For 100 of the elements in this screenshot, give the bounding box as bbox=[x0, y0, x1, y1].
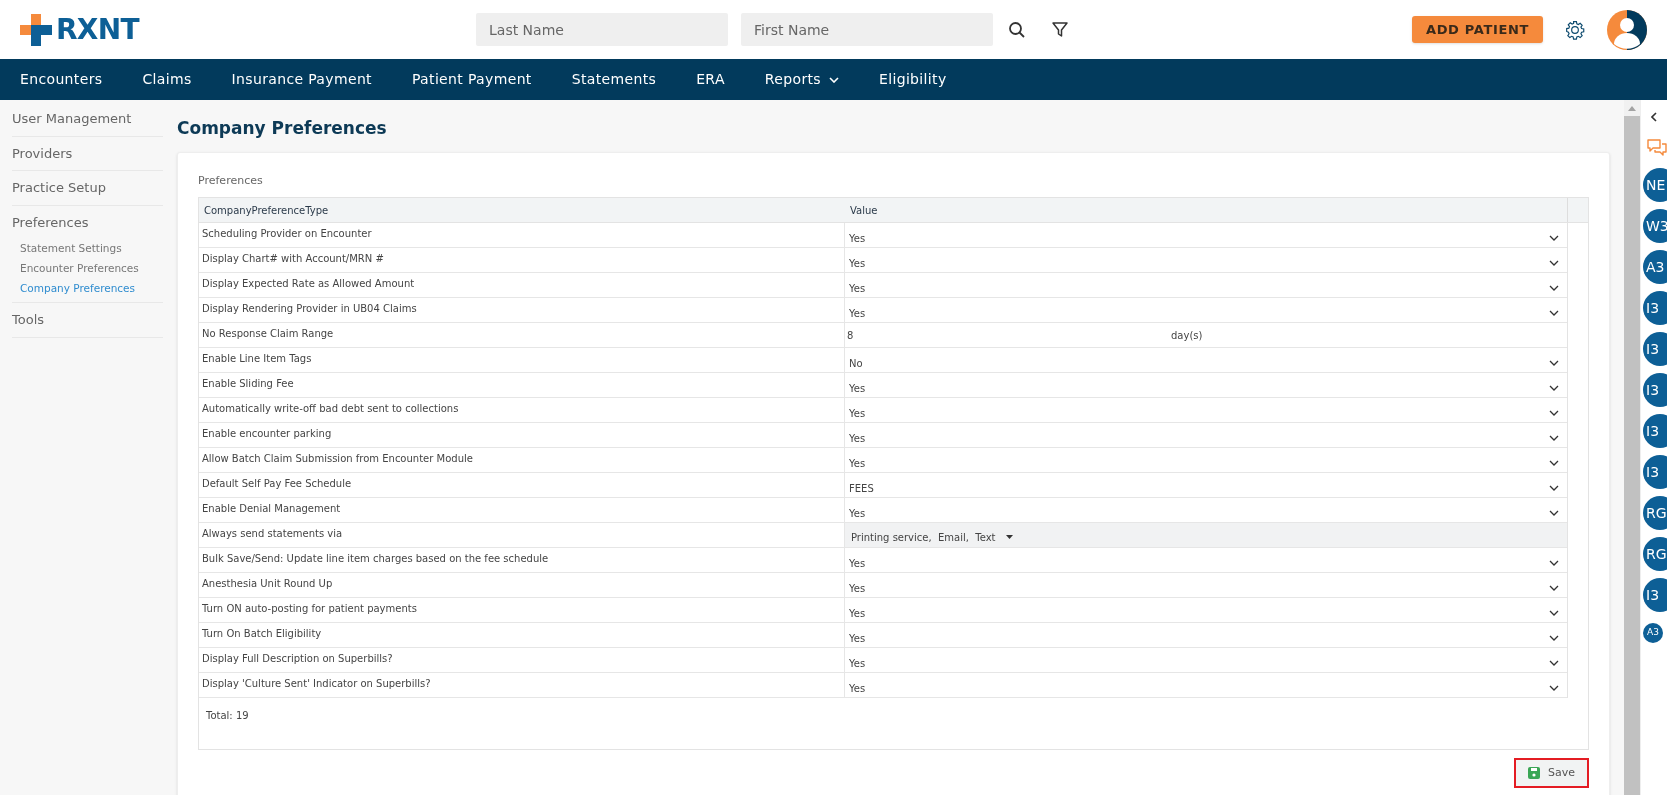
chevron-down-icon bbox=[1549, 610, 1559, 616]
nav-link[interactable]: Encounters bbox=[20, 69, 103, 90]
sidebar-subitem[interactable]: Encounter Preferences bbox=[20, 258, 163, 279]
nav-link[interactable]: Patient Payment bbox=[411, 69, 532, 90]
select-field[interactable]: FEES bbox=[845, 473, 1567, 497]
user-avatar[interactable]: I3 bbox=[1643, 414, 1667, 448]
nav-link[interactable]: ERA bbox=[696, 69, 725, 90]
table-cell: No Response Claim Range bbox=[199, 323, 845, 347]
user-avatar[interactable]: RG bbox=[1643, 537, 1667, 571]
table-cell: Display 'Culture Sent' Indicator on Superbills? bbox=[199, 673, 845, 697]
user-avatar[interactable]: NE bbox=[1643, 168, 1667, 202]
select-field[interactable]: Yes bbox=[845, 223, 1567, 247]
section-label: Preferences bbox=[198, 172, 263, 189]
select-field[interactable]: Yes bbox=[845, 273, 1567, 297]
table-cell: Allow Batch Claim Submission from Encounter Module bbox=[199, 448, 845, 472]
table-cell: Display Expected Rate as Allowed Amount bbox=[199, 273, 845, 297]
save-button[interactable]: Save bbox=[1514, 758, 1589, 788]
table-cell: Display Rendering Provider in UB04 Claims bbox=[199, 298, 845, 322]
nav-link[interactable]: Claims bbox=[142, 69, 192, 90]
sidebar-item[interactable]: Preferences bbox=[12, 205, 163, 239]
sidebar-item[interactable]: Practice Setup bbox=[12, 171, 163, 206]
table-cell: Enable Denial Management bbox=[199, 498, 845, 522]
caret-down-icon bbox=[1005, 535, 1013, 539]
save-icon bbox=[1528, 767, 1540, 779]
chevron-down-icon bbox=[1549, 585, 1559, 591]
select-field[interactable]: Yes bbox=[845, 448, 1567, 472]
table-cell: Turn On Batch Eligibility bbox=[199, 623, 845, 647]
search-field[interactable]: Last Name bbox=[476, 13, 728, 46]
sidebar-item[interactable]: Tools bbox=[12, 303, 163, 338]
user-avatar[interactable]: A3 bbox=[1643, 250, 1667, 284]
table-cell: Default Self Pay Fee Schedule bbox=[199, 473, 845, 497]
chevron-down-icon bbox=[1549, 510, 1559, 516]
chevron-down-icon bbox=[1549, 635, 1559, 641]
select-field[interactable]: Yes bbox=[845, 423, 1567, 447]
nav-menu[interactable]: Reports bbox=[764, 69, 839, 90]
search-icon[interactable] bbox=[1008, 20, 1026, 39]
table-cell: Enable encounter parking bbox=[199, 423, 845, 447]
total-count: Total: 19 bbox=[205, 709, 249, 723]
select-field[interactable]: No bbox=[845, 348, 1567, 372]
unit-label: day(s) bbox=[1170, 328, 1203, 343]
avatar-icon[interactable] bbox=[1607, 9, 1647, 50]
user-avatar[interactable]: A3 bbox=[1643, 623, 1663, 643]
settings-icon[interactable] bbox=[1565, 19, 1585, 40]
filter-icon[interactable] bbox=[1051, 20, 1069, 39]
table-cell: Display Full Description on Superbills? bbox=[199, 648, 845, 672]
table-cell: Automatically write-off bad debt sent to collections bbox=[199, 398, 845, 422]
user-avatar[interactable]: I3 bbox=[1643, 578, 1667, 612]
chevron-down-icon bbox=[1549, 285, 1559, 291]
nav-link[interactable]: Insurance Payment bbox=[231, 69, 372, 90]
table-cell: Anesthesia Unit Round Up bbox=[199, 573, 845, 597]
select-field[interactable]: Yes bbox=[845, 598, 1567, 622]
select-field[interactable]: Yes bbox=[845, 248, 1567, 272]
number-field[interactable]: 8 bbox=[845, 323, 1169, 347]
user-avatar[interactable]: W3 bbox=[1643, 209, 1667, 243]
select-field[interactable]: Yes bbox=[845, 673, 1567, 697]
chevron-down-icon bbox=[1549, 660, 1559, 666]
select-field[interactable]: Yes bbox=[845, 648, 1567, 672]
user-avatar[interactable]: I3 bbox=[1643, 373, 1667, 407]
sidebar-subitem[interactable]: Company Preferences bbox=[20, 278, 163, 299]
table-cell: Bulk Save/Send: Update line item charges based on the fee schedule bbox=[199, 548, 845, 572]
table-cell: Enable Line Item Tags bbox=[199, 348, 845, 372]
nav-link[interactable]: Statements bbox=[571, 69, 657, 90]
select-field[interactable]: Yes bbox=[845, 623, 1567, 647]
chevron-down-icon bbox=[1549, 485, 1559, 491]
sidebar-item[interactable]: User Management bbox=[12, 102, 163, 137]
add-patient-button[interactable]: ADD PATIENT bbox=[1411, 16, 1543, 43]
nav-link[interactable]: Eligibility bbox=[878, 69, 947, 90]
chevron-down-icon bbox=[1549, 360, 1559, 366]
select-field[interactable]: Yes bbox=[845, 373, 1567, 397]
page-title: Company Preferences bbox=[177, 117, 387, 140]
table-cell: Turn ON auto-posting for patient payments bbox=[199, 598, 845, 622]
select-field[interactable]: Yes bbox=[845, 298, 1567, 322]
sidebar-subitem[interactable]: Statement Settings bbox=[20, 239, 163, 259]
chevron-down-icon bbox=[1549, 385, 1559, 391]
user-avatar[interactable]: I3 bbox=[1643, 291, 1667, 325]
chevron-down-icon bbox=[1549, 310, 1559, 316]
column-header: Value bbox=[845, 198, 1568, 222]
chevron-down-icon bbox=[1549, 685, 1559, 691]
user-avatar[interactable]: I3 bbox=[1643, 332, 1667, 366]
chevron-down-icon bbox=[1549, 235, 1559, 241]
table-cell: Display Chart# with Account/MRN # bbox=[199, 248, 845, 272]
logo-icon bbox=[20, 13, 52, 46]
chevron-down-icon bbox=[1549, 435, 1559, 441]
table-cell: Scheduling Provider on Encounter bbox=[199, 223, 845, 247]
chevron-down-icon bbox=[828, 76, 839, 83]
select-field[interactable]: Yes bbox=[845, 573, 1567, 597]
select-field[interactable]: Yes bbox=[845, 498, 1567, 522]
select-field[interactable]: Yes bbox=[845, 548, 1567, 572]
chevron-down-icon bbox=[1549, 560, 1559, 566]
user-avatar[interactable]: RG bbox=[1643, 496, 1667, 530]
chevron-down-icon bbox=[1549, 260, 1559, 266]
user-avatar[interactable]: I3 bbox=[1643, 455, 1667, 489]
search-field[interactable]: First Name bbox=[741, 13, 993, 46]
multiselect-field[interactable]: Printing service, Email, Text bbox=[845, 523, 1567, 547]
chevron-down-icon bbox=[1549, 410, 1559, 416]
collapse-icon[interactable] bbox=[1651, 112, 1657, 122]
select-field[interactable]: Yes bbox=[845, 398, 1567, 422]
sidebar-item[interactable]: Providers bbox=[12, 136, 163, 171]
table-cell: Enable Sliding Fee bbox=[199, 373, 845, 397]
chevron-down-icon bbox=[1549, 460, 1559, 466]
